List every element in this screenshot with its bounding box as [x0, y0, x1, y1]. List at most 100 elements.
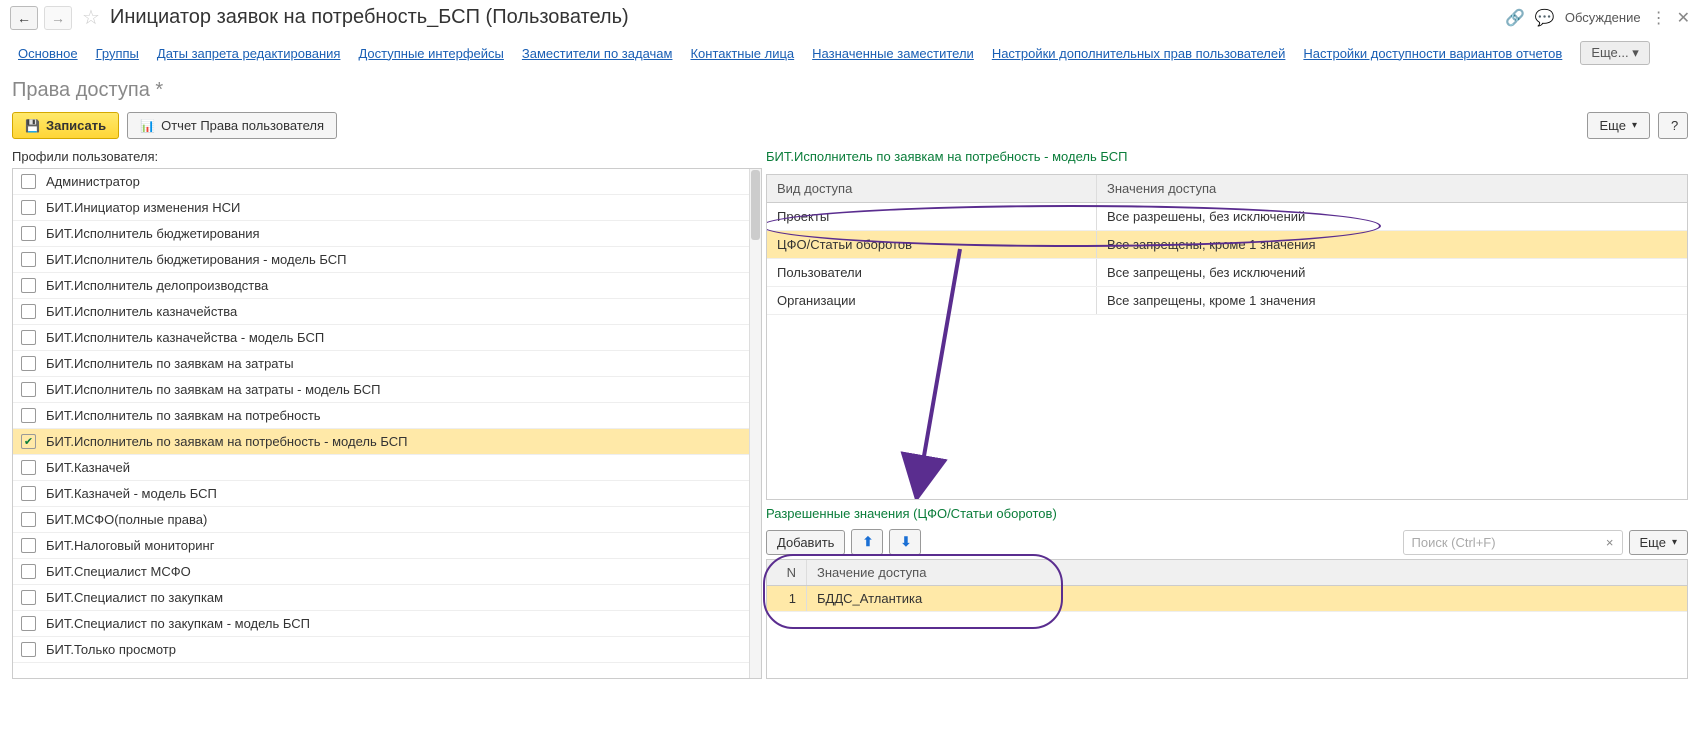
checkbox[interactable] — [21, 460, 36, 475]
page-title: Инициатор заявок на потребность_БСП (Пол… — [110, 6, 1499, 29]
access-row[interactable]: ПользователиВсе запрещены, без исключени… — [767, 259, 1687, 287]
access-type: Пользователи — [767, 259, 1097, 286]
back-button[interactable]: ← — [10, 6, 38, 30]
access-value: Все разрешены, без исключений — [1097, 203, 1687, 230]
checkbox[interactable] — [21, 252, 36, 267]
profile-row[interactable]: Администратор — [13, 169, 761, 195]
checkbox[interactable] — [21, 486, 36, 501]
kebab-icon[interactable]: ⋮ — [1651, 8, 1667, 28]
nav-link[interactable]: Настройки дополнительных прав пользовате… — [992, 46, 1286, 61]
checkbox[interactable] — [21, 642, 36, 657]
profile-row[interactable]: БИТ.Исполнитель делопроизводства — [13, 273, 761, 299]
toolbar: Записать Отчет Права пользователя Еще ? — [0, 110, 1700, 149]
profile-row[interactable]: БИТ.Исполнитель бюджетирования — [13, 221, 761, 247]
scrollbar[interactable] — [749, 169, 761, 678]
search-input[interactable]: Поиск (Ctrl+F) × — [1403, 530, 1623, 555]
profile-label: БИТ.Исполнитель по заявкам на потребност… — [46, 434, 407, 449]
nav-link[interactable]: Группы — [96, 46, 139, 61]
nav-link[interactable]: Основное — [18, 46, 78, 61]
access-row[interactable]: ЦФО/Статьи оборотовВсе запрещены, кроме … — [767, 231, 1687, 259]
checkbox[interactable] — [21, 278, 36, 293]
checkbox[interactable] — [21, 226, 36, 241]
checkbox[interactable] — [21, 590, 36, 605]
profile-label: БИТ.Исполнитель по заявкам на затраты — [46, 356, 294, 371]
clear-search-icon[interactable]: × — [1606, 535, 1614, 550]
checkbox[interactable]: ✔ — [21, 434, 36, 449]
checkbox[interactable] — [21, 382, 36, 397]
nav-link[interactable]: Доступные интерфейсы — [358, 46, 503, 61]
discuss-label[interactable]: Обсуждение — [1565, 10, 1641, 25]
row-number: 1 — [767, 586, 807, 611]
profile-row[interactable]: БИТ.Казначей - модель БСП — [13, 481, 761, 507]
access-grid[interactable]: Вид доступа Значения доступа ПроектыВсе … — [766, 174, 1688, 500]
access-value: Все запрещены, без исключений — [1097, 259, 1687, 286]
access-label: БИТ.Исполнитель по заявкам на потребност… — [766, 149, 1688, 168]
checkbox[interactable] — [21, 304, 36, 319]
allowed-grid[interactable]: N Значение доступа 1БДДС_Атлантика — [766, 559, 1688, 679]
checkbox[interactable] — [21, 330, 36, 345]
checkbox[interactable] — [21, 408, 36, 423]
nav-link[interactable]: Заместители по задачам — [522, 46, 673, 61]
access-row[interactable]: ОрганизацииВсе запрещены, кроме 1 значен… — [767, 287, 1687, 315]
profile-row[interactable]: БИТ.Исполнитель по заявкам на затраты — [13, 351, 761, 377]
nav-more-button[interactable]: Еще... ▾ — [1580, 41, 1649, 65]
profile-label: БИТ.Исполнитель бюджетирования - модель … — [46, 252, 346, 267]
more-button[interactable]: Еще — [1587, 112, 1650, 139]
favorite-star-icon[interactable]: ☆ — [82, 5, 100, 30]
allowed-more-button[interactable]: Еще — [1629, 530, 1688, 555]
arrow-up-icon: ⬆ — [862, 534, 873, 550]
profile-row[interactable]: БИТ.Специалист по закупкам - модель БСП — [13, 611, 761, 637]
header-bar: ← → ☆ Инициатор заявок на потребность_БС… — [0, 0, 1700, 35]
nav-link[interactable]: Настройки доступности вариантов отчетов — [1303, 46, 1562, 61]
add-button[interactable]: Добавить — [766, 530, 845, 555]
profile-row[interactable]: БИТ.Исполнитель по заявкам на потребност… — [13, 403, 761, 429]
profile-row[interactable]: БИТ.Исполнитель казначейства — [13, 299, 761, 325]
arrow-down-icon: ⬇ — [900, 534, 911, 550]
allowed-label: Разрешенные значения (ЦФО/Статьи оборото… — [766, 506, 1688, 525]
profile-row[interactable]: БИТ.Специалист МСФО — [13, 559, 761, 585]
profile-row[interactable]: ✔ БИТ.Исполнитель по заявкам на потребнос… — [13, 429, 761, 455]
profile-row[interactable]: БИТ.Исполнитель по заявкам на затраты - … — [13, 377, 761, 403]
col-access-value: Значение доступа — [807, 560, 1687, 585]
access-type: Организации — [767, 287, 1097, 314]
profile-row[interactable]: БИТ.Казначей — [13, 455, 761, 481]
help-button[interactable]: ? — [1658, 112, 1688, 139]
profile-row[interactable]: БИТ.Исполнитель казначейства - модель БС… — [13, 325, 761, 351]
profile-row[interactable]: БИТ.МСФО(полные права) — [13, 507, 761, 533]
forward-button[interactable]: → — [44, 6, 72, 30]
profile-label: БИТ.Только просмотр — [46, 642, 176, 657]
access-row[interactable]: ПроектыВсе разрешены, без исключений — [767, 203, 1687, 231]
nav-link[interactable]: Даты запрета редактирования — [157, 46, 341, 61]
profile-row[interactable]: БИТ.Налоговый мониторинг — [13, 533, 761, 559]
close-icon[interactable]: ✕ — [1677, 8, 1690, 28]
profile-row[interactable]: БИТ.Только просмотр — [13, 637, 761, 663]
discuss-icon[interactable]: 💬 — [1535, 8, 1555, 28]
save-button[interactable]: Записать — [12, 112, 119, 139]
profiles-label: Профили пользователя: — [12, 149, 762, 168]
access-type: Проекты — [767, 203, 1097, 230]
checkbox[interactable] — [21, 538, 36, 553]
access-type: ЦФО/Статьи оборотов — [767, 231, 1097, 258]
checkbox[interactable] — [21, 174, 36, 189]
checkbox[interactable] — [21, 616, 36, 631]
nav-link[interactable]: Назначенные заместители — [812, 46, 974, 61]
allowed-row[interactable]: 1БДДС_Атлантика — [767, 586, 1687, 612]
move-down-button[interactable]: ⬇ — [889, 529, 921, 555]
profile-row[interactable]: БИТ.Инициатор изменения НСИ — [13, 195, 761, 221]
profiles-grid[interactable]: АдминистраторБИТ.Инициатор изменения НСИ… — [12, 168, 762, 679]
checkbox[interactable] — [21, 512, 36, 527]
access-value: Все запрещены, кроме 1 значения — [1097, 287, 1687, 314]
checkbox[interactable] — [21, 356, 36, 371]
checkbox[interactable] — [21, 564, 36, 579]
profile-row[interactable]: БИТ.Исполнитель бюджетирования - модель … — [13, 247, 761, 273]
report-button[interactable]: Отчет Права пользователя — [127, 112, 337, 139]
nav-link[interactable]: Контактные лица — [690, 46, 794, 61]
col-n: N — [767, 560, 807, 585]
profile-row[interactable]: БИТ.Специалист по закупкам — [13, 585, 761, 611]
profile-label: БИТ.Исполнитель казначейства — [46, 304, 237, 319]
profile-label: БИТ.Казначей - модель БСП — [46, 486, 217, 501]
move-up-button[interactable]: ⬆ — [851, 529, 883, 555]
checkbox[interactable] — [21, 200, 36, 215]
link-icon[interactable]: 🔗 — [1505, 8, 1525, 28]
profile-label: БИТ.Исполнитель по заявкам на потребност… — [46, 408, 321, 423]
